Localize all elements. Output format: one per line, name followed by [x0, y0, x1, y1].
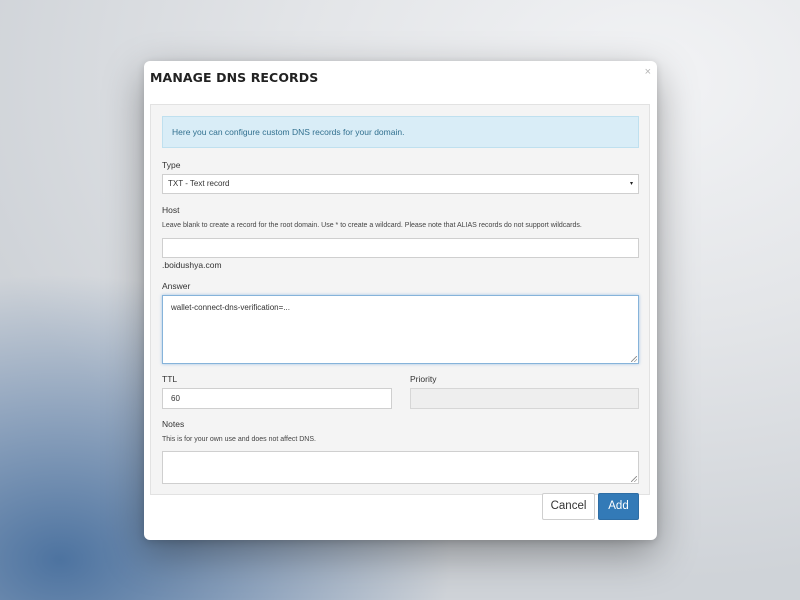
host-help-text: Leave blank to create a record for the r…: [162, 222, 582, 229]
cancel-button[interactable]: Cancel: [542, 493, 595, 520]
answer-label: Answer: [162, 281, 191, 291]
close-icon[interactable]: ×: [645, 67, 651, 78]
caret-down-icon: ▾: [629, 181, 633, 187]
info-alert: Here you can configure custom DNS record…: [162, 116, 639, 148]
answer-textarea-value: wallet-connect-dns-verification=...: [171, 303, 290, 312]
dialog-body: Here you can configure custom DNS record…: [150, 104, 650, 495]
resize-handle-icon[interactable]: [631, 476, 637, 482]
notes-textarea[interactable]: [162, 451, 639, 484]
resize-handle-icon[interactable]: [631, 356, 637, 362]
ttl-input-value: 60: [171, 394, 180, 403]
notes-help-text: This is for your own use and does not af…: [162, 436, 316, 443]
type-select-value: TXT - Text record: [168, 179, 230, 188]
priority-input[interactable]: [410, 388, 639, 409]
notes-label: Notes: [162, 419, 185, 429]
host-label: Host: [162, 205, 180, 215]
ttl-label: TTL: [162, 374, 178, 384]
host-input[interactable]: [162, 238, 639, 258]
answer-textarea[interactable]: wallet-connect-dns-verification=...: [162, 295, 639, 364]
domain-suffix: .boidushya.com: [162, 260, 222, 270]
priority-label: Priority: [410, 374, 437, 384]
manage-dns-records-dialog: MANAGE DNS RECORDS × Here you can config…: [144, 61, 657, 540]
type-label: Type: [162, 160, 181, 170]
type-select[interactable]: TXT - Text record ▾: [162, 174, 639, 194]
dialog-title: MANAGE DNS RECORDS: [150, 70, 319, 85]
ttl-input[interactable]: 60: [162, 388, 392, 409]
add-button[interactable]: Add: [598, 493, 639, 520]
